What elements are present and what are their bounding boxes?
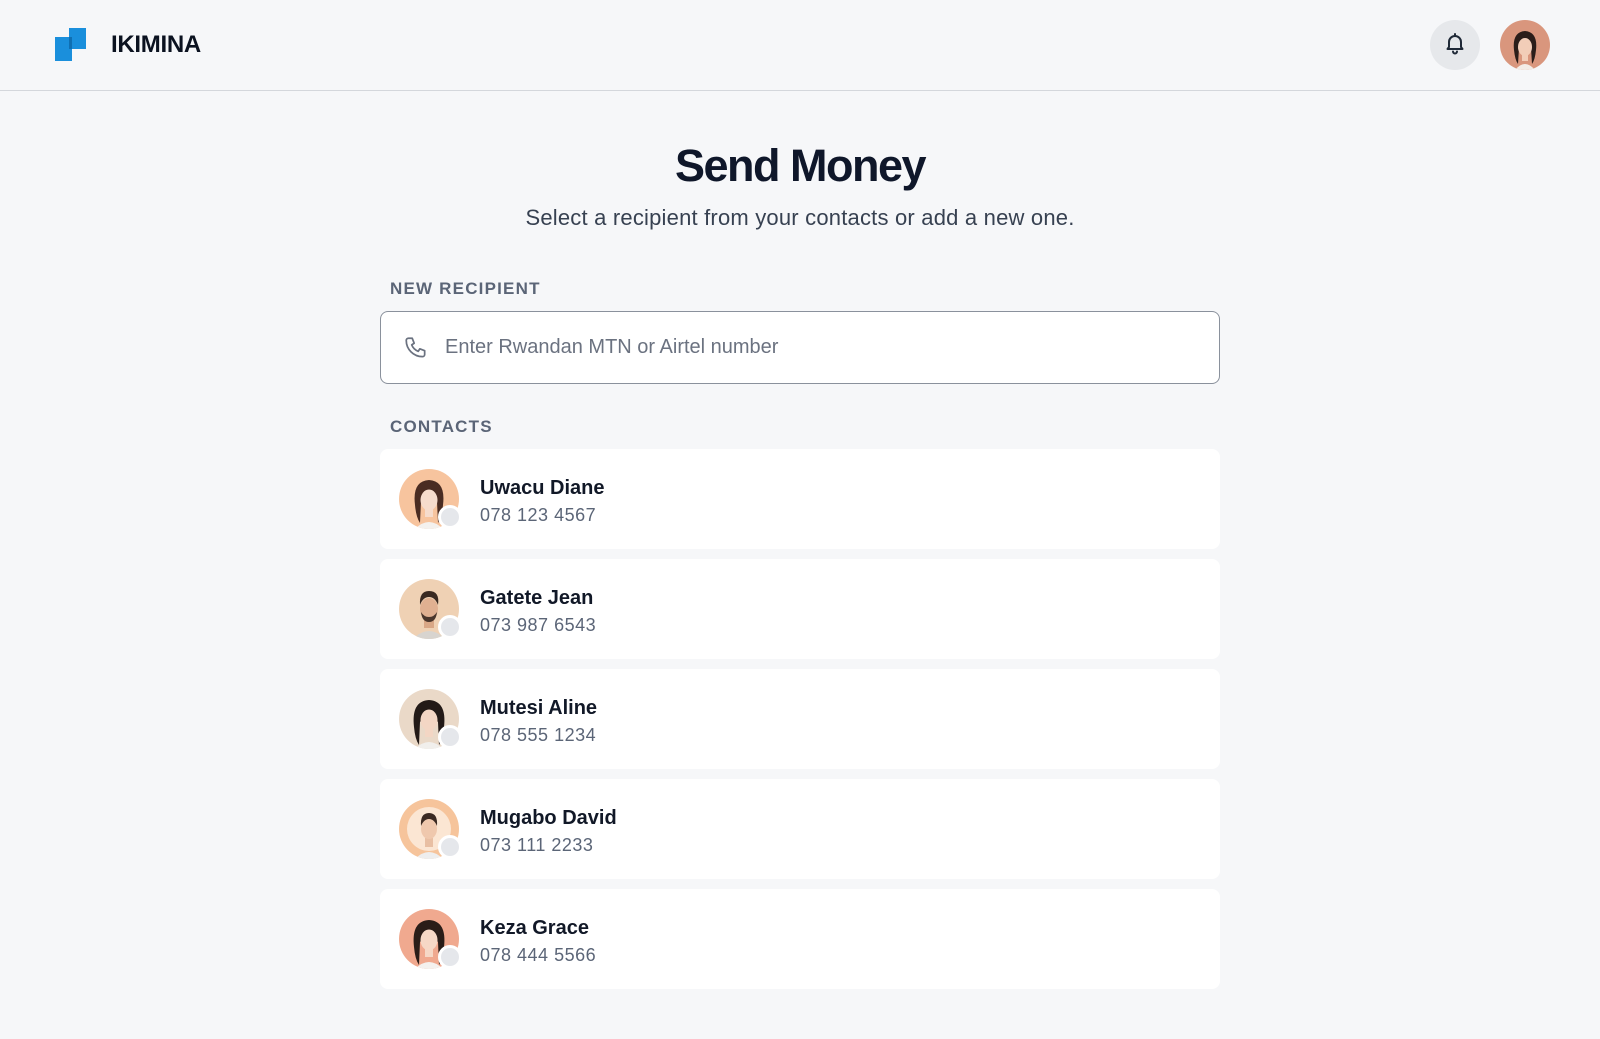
contact-phone: 073 987 6543 (480, 615, 597, 635)
brand[interactable]: IKIMINA (55, 27, 201, 62)
contact-phone: 078 444 5566 (480, 945, 597, 965)
contact-name: Mugabo David (480, 807, 617, 829)
contact-phone: 073 111 2233 (480, 835, 594, 855)
avatar (399, 799, 462, 859)
top-bar: IKIMINA (0, 0, 1600, 91)
contact-name: Uwacu Diane (480, 477, 605, 499)
avatar (399, 689, 462, 749)
contact-item[interactable]: Mutesi Aline 078 555 1234 (380, 669, 1220, 769)
contact-name: Mutesi Aline (480, 697, 598, 719)
avatar (399, 579, 462, 639)
notifications-button[interactable] (1430, 20, 1480, 70)
bell-icon (1443, 31, 1467, 60)
page-title: Send Money (674, 140, 927, 191)
avatar (399, 469, 462, 529)
contact-list: Uwacu Diane 078 123 4567 Gatete Jean 073… (380, 449, 1220, 999)
contact-item[interactable]: Uwacu Diane 078 123 4567 (380, 449, 1220, 549)
new-recipient-label: NEW RECIPIENT (390, 279, 541, 298)
status-indicator (438, 945, 462, 969)
page-subtitle: Select a recipient from your contacts or… (525, 205, 1075, 230)
status-indicator (438, 725, 462, 749)
contact-name: Gatete Jean (480, 587, 594, 609)
status-indicator (438, 505, 462, 529)
new-recipient-field[interactable] (380, 311, 1220, 384)
contacts-label: CONTACTS (390, 417, 493, 436)
contact-phone: 078 555 1234 (480, 725, 597, 745)
logo-icon (55, 27, 86, 62)
phone-number-input[interactable] (445, 336, 1185, 359)
contact-item[interactable]: Mugabo David 073 111 2233 (380, 779, 1220, 879)
contact-item[interactable]: Keza Grace 078 444 5566 (380, 889, 1220, 989)
contact-item[interactable]: Gatete Jean 073 987 6543 (380, 559, 1220, 659)
avatar (399, 909, 462, 969)
contact-name: Keza Grace (480, 917, 589, 939)
profile-avatar[interactable] (1500, 20, 1550, 70)
phone-icon (403, 335, 429, 361)
contact-phone: 078 123 4567 (480, 505, 597, 525)
status-indicator (438, 835, 462, 859)
brand-name: IKIMINA (111, 30, 201, 58)
status-indicator (438, 615, 462, 639)
